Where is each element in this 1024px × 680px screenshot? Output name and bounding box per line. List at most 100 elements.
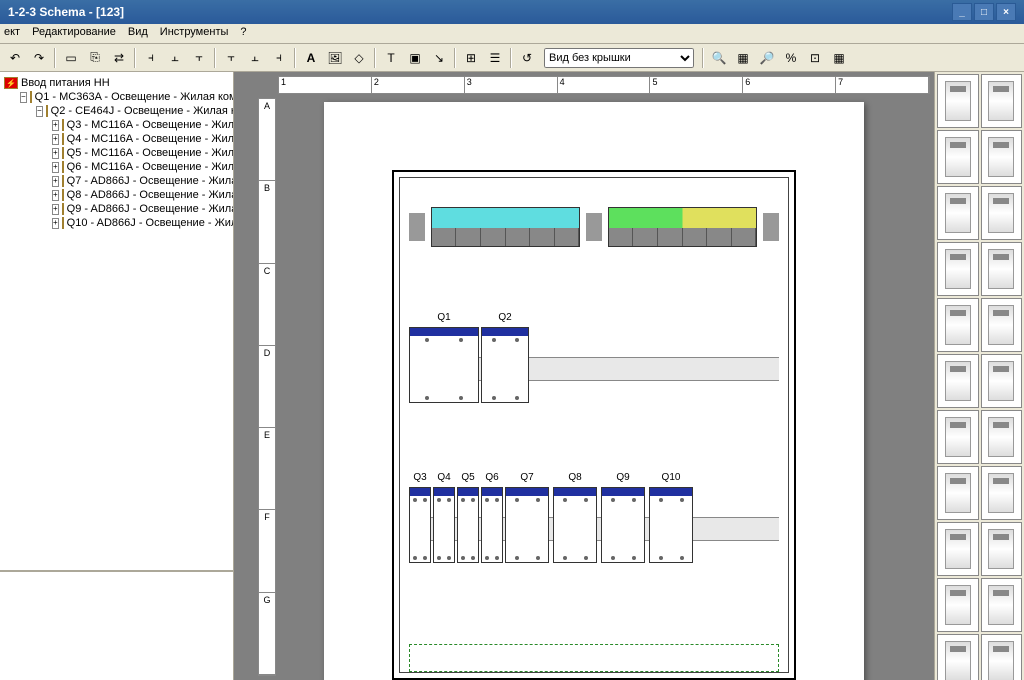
device-q3[interactable]: Q3 xyxy=(409,472,431,563)
device-q5[interactable]: Q5 xyxy=(457,472,479,563)
zoom-out-button[interactable]: 🔎 xyxy=(756,47,778,69)
menu-edit[interactable]: Редактирование xyxy=(32,26,116,41)
swap-button[interactable]: ⇄ xyxy=(108,47,130,69)
select-tool[interactable]: ▭ xyxy=(60,47,82,69)
tree-item[interactable]: +Q9 - AD866J - Освещение - Жилая xyxy=(4,202,229,216)
device-q7[interactable]: Q7 xyxy=(505,472,549,563)
align-center[interactable]: ⫠ xyxy=(164,47,186,69)
expand-icon[interactable]: + xyxy=(52,120,59,131)
menu-help[interactable]: ? xyxy=(240,26,246,41)
align-middle[interactable]: ⫠ xyxy=(244,47,266,69)
palette-item[interactable] xyxy=(981,578,1023,632)
palette-item[interactable] xyxy=(937,242,979,296)
drawing-page[interactable]: Q1Q2 Q3Q4Q5Q6Q7Q8Q9Q10 xyxy=(324,102,864,680)
tree-item[interactable]: +Q5 - MC116A - Освещение - Жилая xyxy=(4,146,229,160)
palette-item[interactable] xyxy=(937,578,979,632)
palette-item[interactable] xyxy=(981,186,1023,240)
device-q2[interactable]: Q2 xyxy=(481,312,529,403)
expand-icon[interactable]: − xyxy=(20,92,27,103)
palette-item[interactable] xyxy=(981,410,1023,464)
shape-tool[interactable]: ◇ xyxy=(348,47,370,69)
device-q4[interactable]: Q4 xyxy=(433,472,455,563)
canvas-area[interactable]: 1234567 ABCDEFG Q1Q2 xyxy=(234,72,934,680)
pointer-tool[interactable]: ↘ xyxy=(428,47,450,69)
expand-icon[interactable]: − xyxy=(36,106,43,117)
expand-icon[interactable]: + xyxy=(52,218,59,229)
device-q1[interactable]: Q1 xyxy=(409,312,479,403)
palette-item[interactable] xyxy=(981,130,1023,184)
undo-button[interactable]: ↶ xyxy=(4,47,26,69)
terminal-block-earth[interactable] xyxy=(608,207,757,247)
device-q9[interactable]: Q9 xyxy=(601,472,645,563)
palette-item[interactable] xyxy=(937,298,979,352)
menu-project[interactable]: ект xyxy=(4,26,20,41)
expand-icon[interactable]: + xyxy=(52,176,59,187)
device-icon xyxy=(62,203,64,215)
expand-icon[interactable]: + xyxy=(52,134,59,145)
palette-item[interactable] xyxy=(937,522,979,576)
maximize-button[interactable]: □ xyxy=(974,3,994,21)
device-label: Q4 xyxy=(433,472,455,483)
align-right[interactable]: ⫟ xyxy=(188,47,210,69)
palette-item[interactable] xyxy=(937,74,979,128)
palette-item[interactable] xyxy=(981,466,1023,520)
menu-view[interactable]: Вид xyxy=(128,26,148,41)
layout-button[interactable]: ⊡ xyxy=(804,47,826,69)
align-top[interactable]: ⫟ xyxy=(220,47,242,69)
close-button[interactable]: × xyxy=(996,3,1016,21)
expand-icon[interactable]: + xyxy=(52,148,59,159)
palette-item[interactable] xyxy=(937,410,979,464)
label-tool[interactable]: ▣ xyxy=(404,47,426,69)
redo-button[interactable]: ↷ xyxy=(28,47,50,69)
device-q8[interactable]: Q8 xyxy=(553,472,597,563)
label-strip[interactable] xyxy=(409,644,779,672)
redraw-button[interactable]: ↺ xyxy=(516,47,538,69)
device-q6[interactable]: Q6 xyxy=(481,472,503,563)
view-mode-dropdown[interactable]: Вид без крышки xyxy=(544,48,694,68)
tree-root[interactable]: ⚡ Ввод питания НН xyxy=(4,76,229,90)
palette-item[interactable] xyxy=(937,634,979,680)
minimize-button[interactable]: _ xyxy=(952,3,972,21)
palette-item[interactable] xyxy=(937,186,979,240)
align-bottom[interactable]: ⫞ xyxy=(268,47,290,69)
text-tool[interactable]: A xyxy=(300,47,322,69)
copy-button[interactable]: ⎘ xyxy=(84,47,106,69)
device-icon xyxy=(62,175,64,187)
layer-tool[interactable]: ☰ xyxy=(484,47,506,69)
palette-item[interactable] xyxy=(937,466,979,520)
menu-tools[interactable]: Инструменты xyxy=(160,26,229,41)
tree-item[interactable]: −Q2 - CE464J - Освещение - Жилая ком xyxy=(4,104,229,118)
expand-icon[interactable]: + xyxy=(52,162,59,173)
align-left[interactable]: ⫞ xyxy=(140,47,162,69)
tree-item[interactable]: +Q10 - AD866J - Освещение - Жила xyxy=(4,216,229,230)
terminal-block-neutral[interactable] xyxy=(431,207,580,247)
tree-item[interactable]: +Q6 - MC116A - Освещение - Жилая xyxy=(4,160,229,174)
palette-item[interactable] xyxy=(937,130,979,184)
zoom-in-button[interactable]: 🔍 xyxy=(708,47,730,69)
tree-item[interactable]: −Q1 - MC363A - Освещение - Жилая комна xyxy=(4,90,229,104)
palette-item[interactable] xyxy=(981,298,1023,352)
palette-item[interactable] xyxy=(981,74,1023,128)
device-q10[interactable]: Q10 xyxy=(649,472,693,563)
palette-item[interactable] xyxy=(937,354,979,408)
busbar-row[interactable] xyxy=(409,202,779,252)
palette-item[interactable] xyxy=(981,242,1023,296)
image-tool[interactable]: 🖼 xyxy=(324,47,346,69)
text-field-tool[interactable]: T xyxy=(380,47,402,69)
tree-item[interactable]: +Q4 - MC116A - Освещение - Жилая xyxy=(4,132,229,146)
tree-item[interactable]: +Q3 - MC116A - Освещение - Жилая xyxy=(4,118,229,132)
tree-item[interactable]: +Q7 - AD866J - Освещение - Жилая xyxy=(4,174,229,188)
tree-item[interactable]: +Q8 - AD866J - Освещение - Жилая xyxy=(4,188,229,202)
expand-icon[interactable]: + xyxy=(52,190,59,201)
palette-item[interactable] xyxy=(981,354,1023,408)
palette-item[interactable] xyxy=(981,634,1023,680)
palette-item[interactable] xyxy=(981,522,1023,576)
project-tree[interactable]: ⚡ Ввод питания НН −Q1 - MC363A - Освещен… xyxy=(0,72,233,570)
device-icon xyxy=(62,189,64,201)
grid-toggle[interactable]: ▦ xyxy=(828,47,850,69)
zoom-window-button[interactable]: % xyxy=(780,47,802,69)
toolbar: ↶ ↷ ▭ ⎘ ⇄ ⫞ ⫠ ⫟ ⫟ ⫠ ⫞ A 🖼 ◇ T ▣ ↘ ⊞ ☰ ↺ … xyxy=(0,44,1024,72)
grid-tool[interactable]: ⊞ xyxy=(460,47,482,69)
fit-page-button[interactable]: ▦ xyxy=(732,47,754,69)
expand-icon[interactable]: + xyxy=(52,204,59,215)
